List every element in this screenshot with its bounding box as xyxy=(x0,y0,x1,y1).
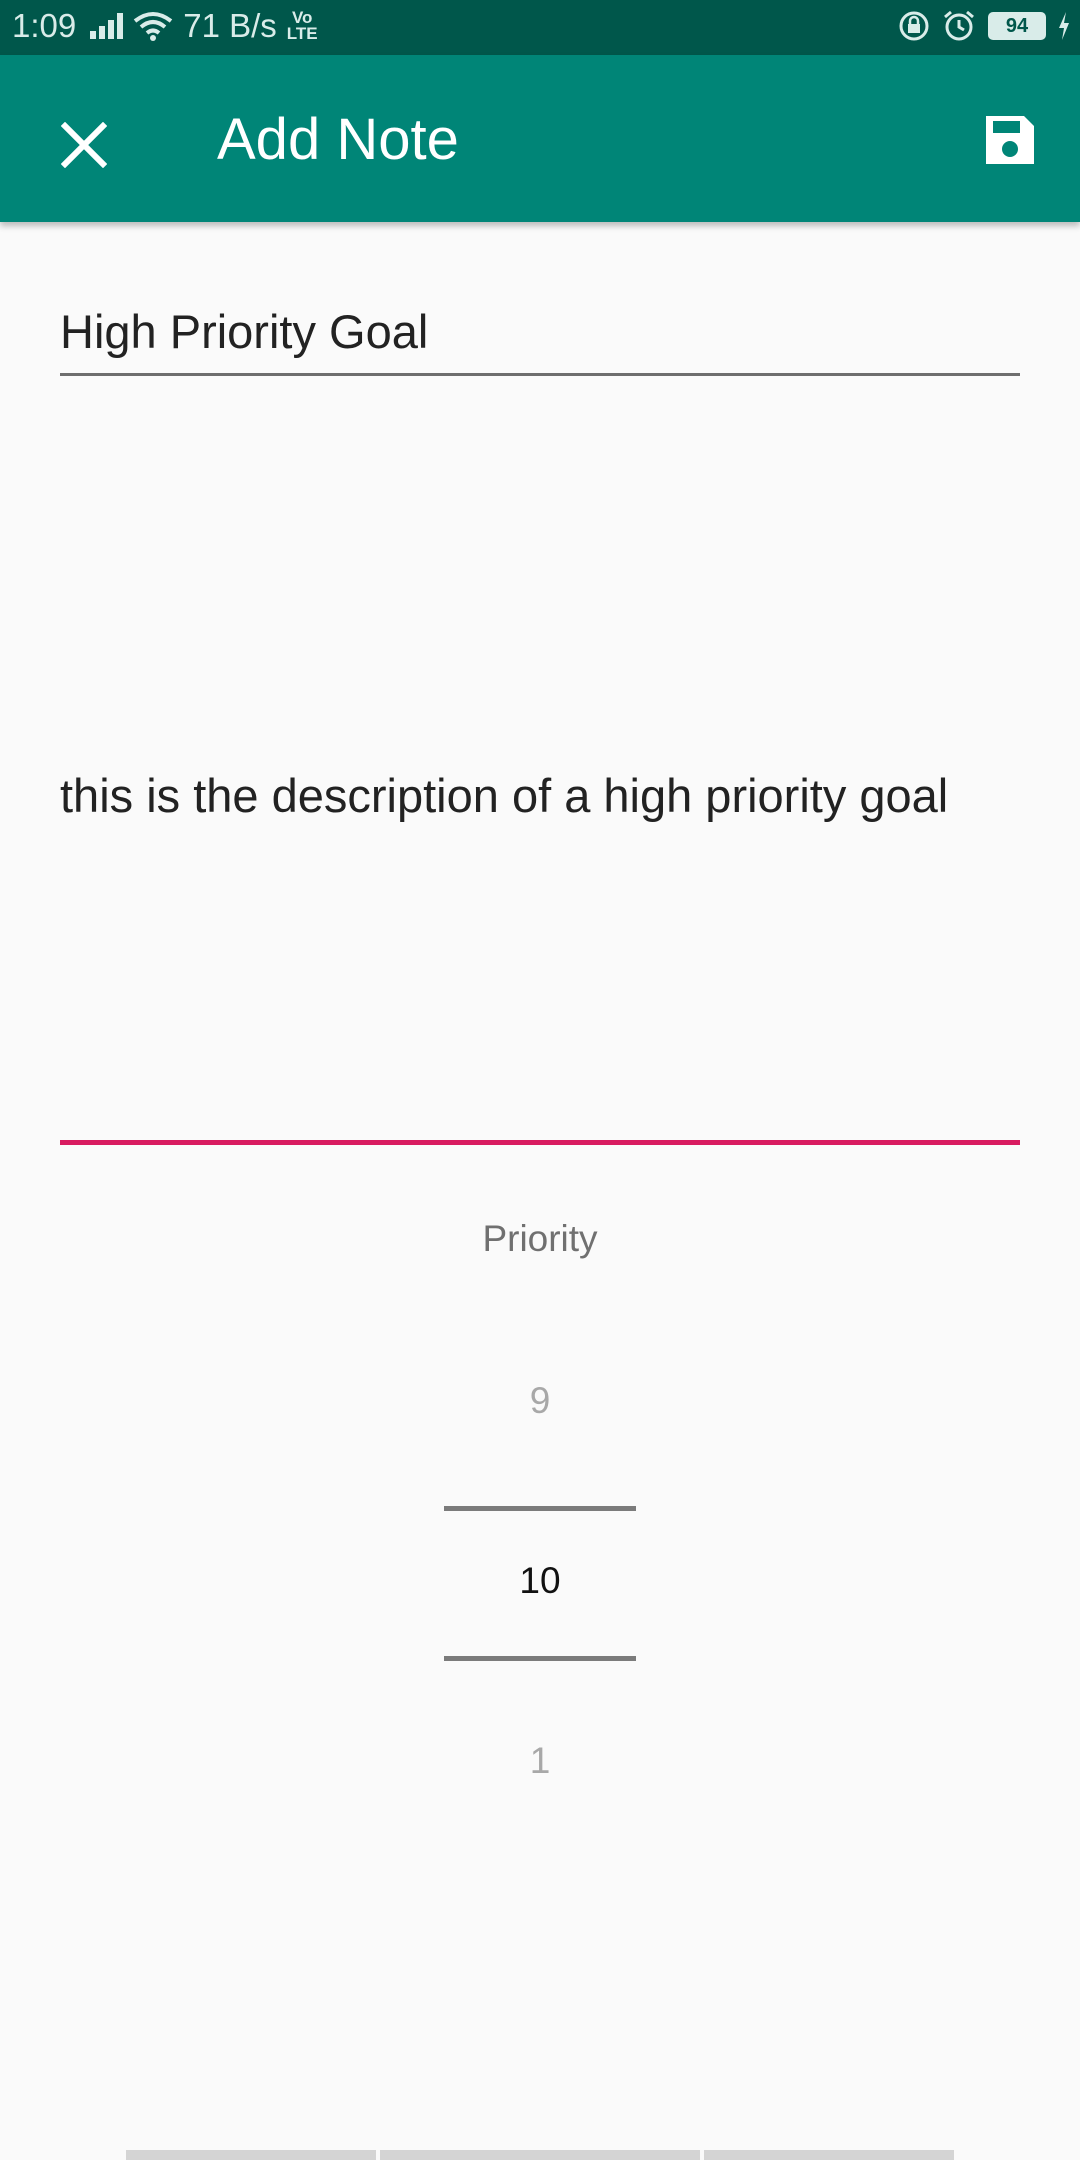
status-time: 1:09 xyxy=(12,7,77,44)
picker-next-value[interactable]: 1 xyxy=(440,1740,640,1782)
status-bar: 1:09 71 B/s Vo LTE 94 xyxy=(0,0,1080,55)
alarm-icon xyxy=(944,10,974,41)
battery-icon: 94 xyxy=(988,12,1046,40)
picker-selected-value[interactable]: 10 xyxy=(440,1560,640,1602)
network-speed: 71 B/s xyxy=(183,7,277,44)
picker-divider-top xyxy=(444,1506,636,1511)
save-button[interactable] xyxy=(970,100,1050,180)
page-title: Add Note xyxy=(217,107,459,172)
lock-rotation-icon xyxy=(899,11,929,41)
description-text: this is the description of a high priori… xyxy=(60,769,949,822)
navigation-hint-left xyxy=(126,2150,376,2160)
close-icon xyxy=(61,122,107,168)
wifi-icon xyxy=(134,12,173,41)
close-button[interactable] xyxy=(44,105,124,185)
signal-icon xyxy=(90,13,124,39)
volte-bottom: LTE xyxy=(286,24,318,43)
title-input[interactable]: High Priority Goal xyxy=(60,300,1020,376)
picker-previous-value[interactable]: 9 xyxy=(440,1380,640,1422)
priority-label: Priority xyxy=(482,1218,598,1259)
navigation-hint-right xyxy=(704,2150,954,2160)
charging-icon xyxy=(1059,12,1069,40)
save-icon xyxy=(986,116,1034,164)
description-input[interactable]: this is the description of a high priori… xyxy=(60,700,1020,1145)
priority-number-picker[interactable]: 9 10 1 xyxy=(440,1360,640,1840)
navigation-hint-center xyxy=(380,2150,700,2160)
app-bar: Add Note xyxy=(0,55,1080,222)
picker-divider-bottom xyxy=(444,1656,636,1661)
volte-icon: Vo LTE xyxy=(286,9,318,43)
